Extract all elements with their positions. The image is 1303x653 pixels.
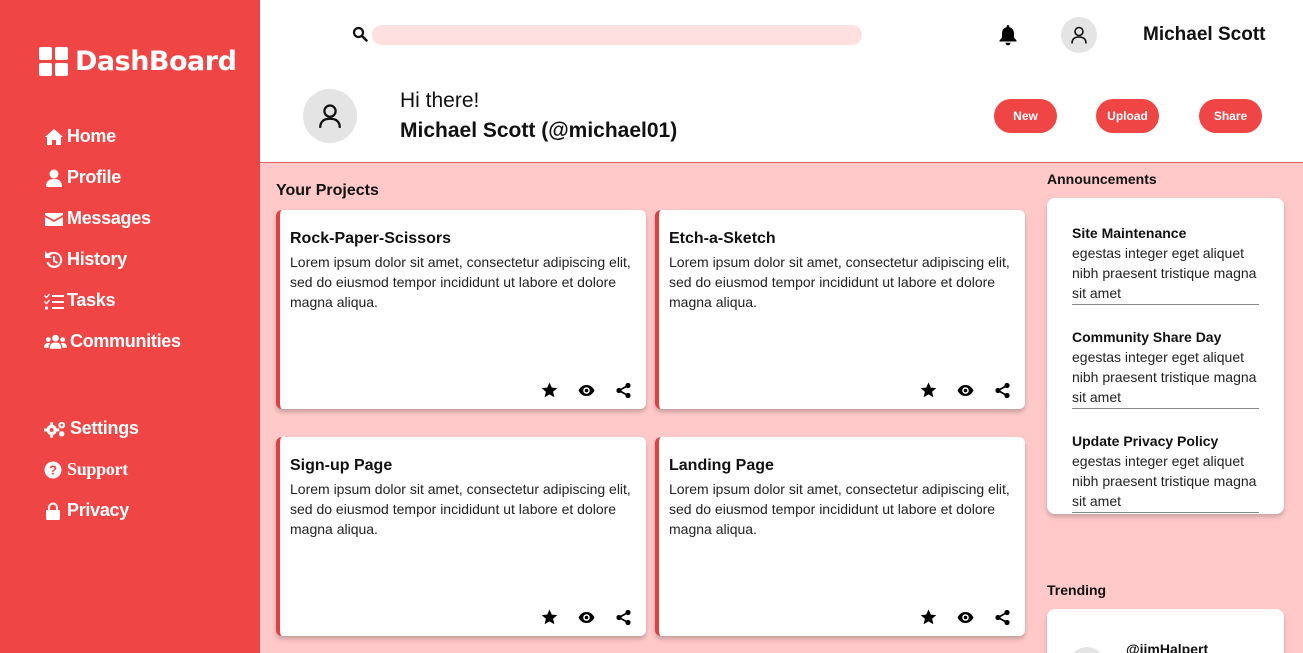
search-input[interactable] (372, 25, 862, 45)
users-icon (44, 334, 67, 349)
eye-icon[interactable] (957, 609, 974, 626)
sidebar-item-label: Privacy (67, 500, 129, 520)
card-actions (541, 382, 632, 399)
share-icon[interactable] (615, 382, 632, 399)
announcement-title: Community Share Day (1072, 329, 1222, 345)
eye-icon[interactable] (578, 609, 595, 626)
star-icon[interactable] (920, 382, 937, 399)
sidebar-item-profile[interactable]: Profile (44, 157, 181, 198)
home-icon (45, 128, 63, 145)
announcements-panel: Site Maintenance egestas integer eget al… (1047, 198, 1284, 514)
announcement-text: egestas integer eget aliquet nibh praese… (1072, 245, 1257, 301)
sidebar-item-settings[interactable]: Settings (44, 408, 139, 449)
sidebar-item-label: Settings (70, 418, 139, 438)
project-description: Lorem ipsum dolor sit amet, consectetur … (669, 481, 1010, 537)
sidebar-item-communities[interactable]: Communities (44, 321, 181, 362)
history-icon (45, 250, 63, 268)
sidebar-item-history[interactable]: History (44, 239, 181, 280)
sidebar-item-tasks[interactable]: Tasks (44, 280, 181, 321)
announcement-text: egestas integer eget aliquet nibh praese… (1072, 453, 1257, 509)
announcement-item[interactable]: Community Share Day egestas integer eget… (1072, 327, 1259, 409)
projects-title: Your Projects (276, 182, 379, 199)
sidebar-item-label: Messages (67, 208, 151, 228)
project-description: Lorem ipsum dolor sit amet, consectetur … (290, 254, 631, 310)
project-card[interactable]: Etch-a-Sketch Lorem ipsum dolor sit amet… (655, 210, 1025, 409)
sidebar-item-label: Tasks (67, 290, 116, 310)
announcement-text: egestas integer eget aliquet nibh praese… (1072, 349, 1257, 405)
project-description: Lorem ipsum dolor sit amet, consectetur … (669, 254, 1010, 310)
trending-panel: @jimHalpert (1047, 609, 1284, 653)
project-title: Landing Page (669, 457, 774, 474)
star-icon[interactable] (920, 609, 937, 626)
avatar (1069, 647, 1105, 653)
sidebar-item-privacy[interactable]: Privacy (44, 490, 139, 531)
card-actions (920, 382, 1011, 399)
project-description: Lorem ipsum dolor sit amet, consectetur … (290, 481, 631, 537)
gears-icon (44, 421, 66, 438)
sidebar: DashBoard Home Profile Messages History … (0, 0, 260, 653)
project-title: Sign-up Page (290, 457, 393, 474)
tasks-icon (44, 293, 64, 310)
sidebar-item-label: History (67, 249, 127, 269)
project-title: Rock-Paper-Scissors (290, 230, 451, 247)
announcement-item[interactable]: Site Maintenance egestas integer eget al… (1072, 223, 1259, 305)
share-icon[interactable] (994, 382, 1011, 399)
header: Michael Scott Hi there! Michael Scott (@… (260, 0, 1303, 163)
project-title: Etch-a-Sketch (669, 230, 776, 247)
share-button[interactable]: Share (1199, 99, 1262, 133)
card-actions (920, 609, 1011, 626)
lock-icon (46, 502, 60, 520)
sidebar-item-support[interactable]: ? Support (44, 449, 139, 490)
announcement-title: Update Privacy Policy (1072, 433, 1219, 449)
sidebar-item-label: Communities (70, 331, 181, 351)
trending-user[interactable]: @jimHalpert (1126, 641, 1208, 653)
star-icon[interactable] (541, 609, 558, 626)
announcements-title: Announcements (1047, 171, 1157, 187)
share-icon[interactable] (994, 609, 1011, 626)
svg-text:?: ? (49, 462, 57, 477)
sidebar-nav-secondary: Settings ? Support Privacy (44, 408, 139, 531)
sidebar-nav: Home Profile Messages History Tasks Comm… (44, 116, 181, 362)
sidebar-item-messages[interactable]: Messages (44, 198, 181, 239)
project-card[interactable]: Sign-up Page Lorem ipsum dolor sit amet,… (276, 437, 646, 636)
project-card[interactable]: Landing Page Lorem ipsum dolor sit amet,… (655, 437, 1025, 636)
sidebar-item-label: Profile (67, 167, 121, 187)
star-icon[interactable] (541, 382, 558, 399)
bell-icon[interactable] (998, 24, 1018, 46)
upload-button[interactable]: Upload (1096, 99, 1159, 133)
share-icon[interactable] (615, 609, 632, 626)
user-outline-icon (1071, 26, 1087, 44)
new-button[interactable]: New (994, 99, 1057, 133)
avatar[interactable] (1061, 17, 1097, 53)
sidebar-item-home[interactable]: Home (44, 116, 181, 157)
profile-avatar (303, 89, 357, 143)
eye-icon[interactable] (578, 382, 595, 399)
logo-text: DashBoard (75, 46, 237, 77)
trending-title: Trending (1047, 582, 1107, 598)
search-icon (352, 26, 368, 42)
logo[interactable]: DashBoard (39, 46, 237, 77)
sidebar-item-label: Home (67, 126, 116, 146)
envelope-icon (45, 212, 63, 226)
announcement-item[interactable]: Update Privacy Policy egestas integer eg… (1072, 431, 1259, 513)
announcement-title: Site Maintenance (1072, 225, 1187, 241)
greeting: Hi there! (400, 89, 480, 112)
eye-icon[interactable] (957, 382, 974, 399)
user-outline-icon (319, 104, 341, 128)
dashboard-grid-icon (39, 47, 68, 76)
user-handle: Michael Scott (@michael01) (400, 119, 678, 142)
user-icon (46, 169, 62, 187)
header-user-name[interactable]: Michael Scott (1143, 24, 1265, 46)
sidebar-item-label: Support (67, 459, 128, 479)
card-actions (541, 609, 632, 626)
project-card[interactable]: Rock-Paper-Scissors Lorem ipsum dolor si… (276, 210, 646, 409)
question-circle-icon: ? (44, 461, 62, 478)
